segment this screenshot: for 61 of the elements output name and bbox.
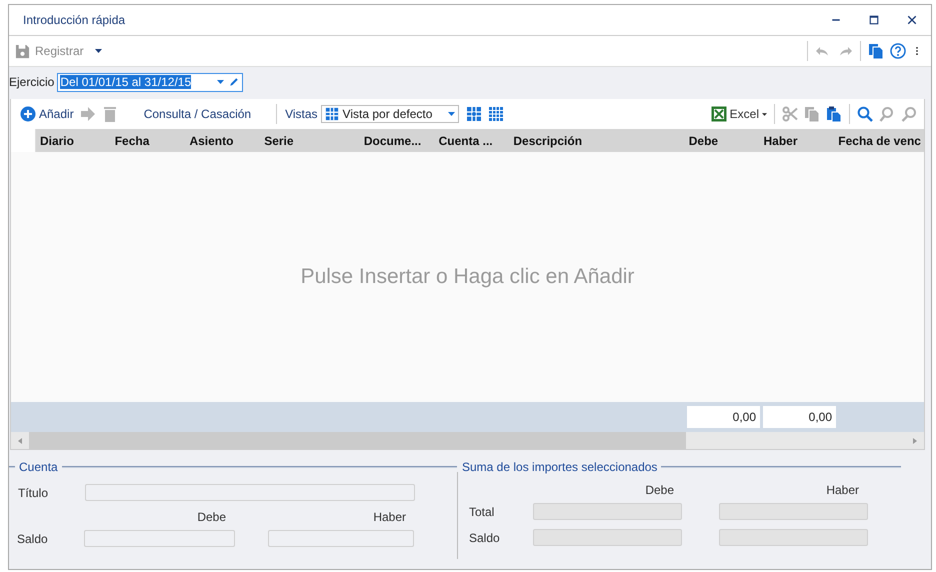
column-header[interactable]: Cuenta ...: [434, 129, 510, 152]
caret-icon: [448, 112, 455, 116]
column-header[interactable]: Asiento: [185, 129, 260, 152]
column-header[interactable]: Haber: [760, 129, 834, 152]
excel-button[interactable]: Excel: [708, 104, 770, 124]
maximize-icon: [868, 14, 880, 26]
column-header[interactable]: Serie: [260, 129, 360, 152]
column-header[interactable]: Docume...: [360, 129, 435, 152]
scissors-icon: [782, 106, 798, 122]
column-header[interactable]: Debe: [684, 129, 760, 152]
balance-label: Saldo: [468, 530, 501, 544]
total-label: Total: [468, 504, 496, 518]
credit-header: Haber: [372, 510, 406, 524]
caret-icon: [762, 112, 767, 116]
balance-label: Saldo: [16, 532, 49, 546]
window-title: Introducción rápida: [23, 13, 126, 27]
total-value: 0,00: [763, 406, 836, 428]
grid-gear-icon: [466, 106, 482, 122]
documents-icon: [868, 43, 884, 59]
horizontal-scrollbar[interactable]: [11, 432, 924, 449]
save-icon: [15, 44, 30, 58]
group-title: Suma de los importes seleccionados: [462, 460, 658, 474]
close-icon: [906, 14, 918, 26]
debit-header: Debe: [196, 510, 226, 524]
search-icon: [857, 106, 873, 122]
search-back-icon: [879, 106, 895, 122]
row-selector-header[interactable]: [11, 129, 36, 152]
column-header[interactable]: Diario: [36, 129, 111, 152]
search-forward-icon: [901, 106, 917, 122]
period-label: Ejercicio: [9, 75, 54, 89]
empty-message: Pulse Insertar o Haga clic en Añadir: [300, 265, 634, 289]
query-link[interactable]: Consulta / Casación: [140, 105, 254, 123]
caret-icon: [94, 49, 102, 53]
grid-icon: [324, 107, 339, 121]
edit-icon: [228, 76, 240, 88]
paste-icon: [826, 106, 842, 122]
dropdown-icon: [217, 80, 224, 84]
credit-header: Haber: [825, 483, 859, 497]
right-arrow-icon: [913, 438, 917, 444]
title-label: Título: [17, 486, 50, 500]
add-icon: [20, 106, 36, 122]
arrow-icon: [80, 106, 96, 122]
column-header[interactable]: Fecha: [110, 129, 186, 152]
input-field[interactable]: [268, 530, 414, 547]
help-icon: [890, 43, 906, 59]
grid-icon: [488, 106, 504, 122]
group-title: Cuenta: [19, 460, 58, 474]
view-dropdown[interactable]: Vista por defecto: [320, 105, 459, 123]
column-header[interactable]: Fecha de venc: [834, 129, 924, 152]
add-button[interactable]: Añadir: [17, 104, 77, 124]
trash-icon: [102, 106, 118, 122]
spreadsheet-icon: [710, 106, 727, 122]
views-label: Vistas: [285, 107, 318, 121]
input-field[interactable]: [85, 484, 415, 501]
column-header[interactable]: Descripción: [509, 129, 685, 152]
period-field[interactable]: Del 01/01/15 al 31/12/15: [57, 72, 244, 92]
total-value: 0,00: [687, 406, 760, 428]
input-field[interactable]: [84, 530, 235, 547]
left-arrow-icon: [18, 438, 22, 444]
copy-icon: [804, 106, 820, 122]
debit-header: Debe: [644, 483, 674, 497]
